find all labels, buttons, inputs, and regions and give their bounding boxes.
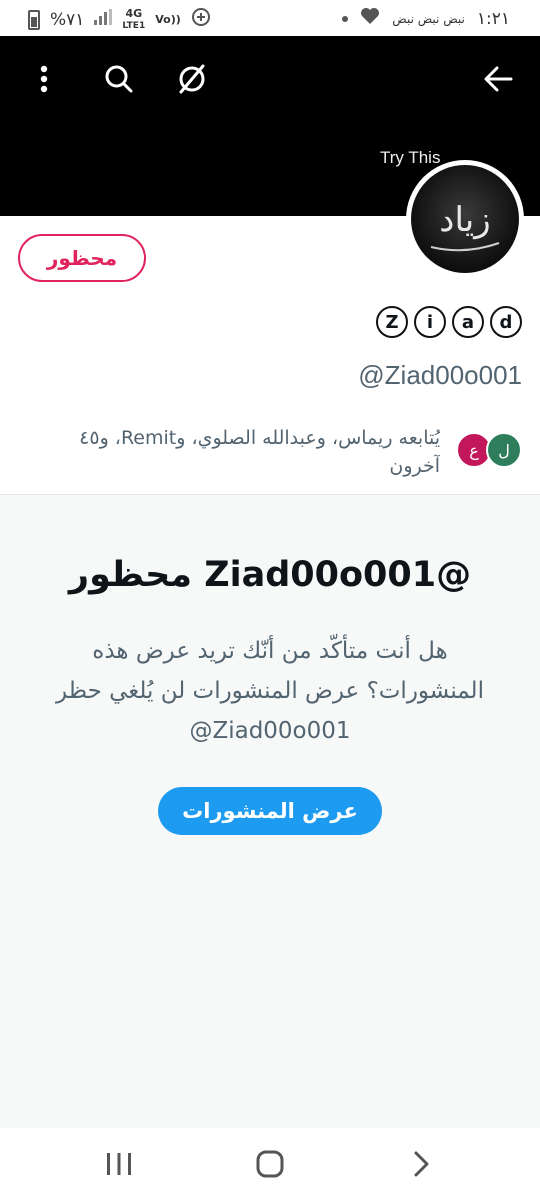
system-navbar bbox=[0, 1128, 540, 1200]
avatar-calligraphy-icon: زياد bbox=[430, 200, 500, 252]
view-posts-button[interactable]: عرض المنشورات bbox=[158, 787, 382, 835]
network-indicator: 4G LTE1 bbox=[122, 6, 146, 31]
banner-text: Try This bbox=[380, 148, 441, 167]
battery-percent: %٧١ bbox=[50, 9, 85, 30]
recent-apps-icon[interactable] bbox=[97, 1142, 141, 1186]
followers-you-know[interactable]: ل ع يُتابعه ريماس، وعبدالله الصلوي، وRem… bbox=[0, 418, 522, 484]
more-vert-icon[interactable] bbox=[22, 57, 66, 101]
signal-icon bbox=[94, 9, 113, 30]
notification-text: نبض نبض نبض bbox=[392, 11, 465, 26]
battery-icon bbox=[28, 9, 40, 30]
search-icon[interactable] bbox=[97, 57, 141, 101]
display-name-letter: Z bbox=[376, 306, 408, 338]
back-chevron-icon[interactable] bbox=[400, 1142, 444, 1186]
blocked-title: @Ziad00o001 محظور bbox=[68, 555, 472, 595]
svg-text:زياد: زياد bbox=[439, 200, 490, 240]
volte-indicator: Vo)) bbox=[155, 13, 181, 26]
follower-avatar: ل bbox=[486, 432, 522, 468]
home-icon[interactable] bbox=[248, 1142, 292, 1186]
followers-text: يُتابعه ريماس، وعبدالله الصلوي، وRemit، … bbox=[0, 424, 440, 480]
status-right: نبض نبض نبض ١:٢١ bbox=[342, 7, 510, 30]
dot-icon bbox=[342, 15, 349, 22]
no-sync-icon[interactable] bbox=[170, 57, 214, 101]
display-name-letter: a bbox=[452, 306, 484, 338]
followers-line-2: آخرون bbox=[389, 455, 440, 477]
blocked-description: هل أنت متأكّد من أنّك تريد عرض هذه المنش… bbox=[56, 638, 484, 744]
data-saver-icon bbox=[191, 7, 211, 32]
profile-handle: @Ziad00o001 bbox=[358, 360, 522, 390]
clock: ١:٢١ bbox=[476, 8, 510, 29]
avatar[interactable]: زياد bbox=[406, 160, 524, 278]
display-name-letter: i bbox=[414, 306, 446, 338]
heart-icon bbox=[360, 7, 380, 30]
avatar-image: زياد bbox=[411, 165, 519, 273]
status-bar: %٧١ 4G LTE1 Vo)) نبض نبض نبض ١:٢١ bbox=[0, 0, 540, 36]
follower-avatars: ل ع bbox=[452, 432, 522, 468]
followers-line-1: يُتابعه ريماس، وعبدالله الصلوي، وRemit، … bbox=[79, 427, 440, 449]
display-name: Z i a d bbox=[376, 306, 522, 338]
blocked-panel: @Ziad00o001 محظور هل أنت متأكّد من أنّك … bbox=[0, 495, 540, 1128]
blocked-button[interactable]: محظور bbox=[18, 234, 146, 282]
status-left: %٧١ 4G LTE1 Vo)) bbox=[28, 7, 211, 32]
display-name-letter: d bbox=[490, 306, 522, 338]
back-arrow-icon[interactable] bbox=[476, 57, 520, 101]
